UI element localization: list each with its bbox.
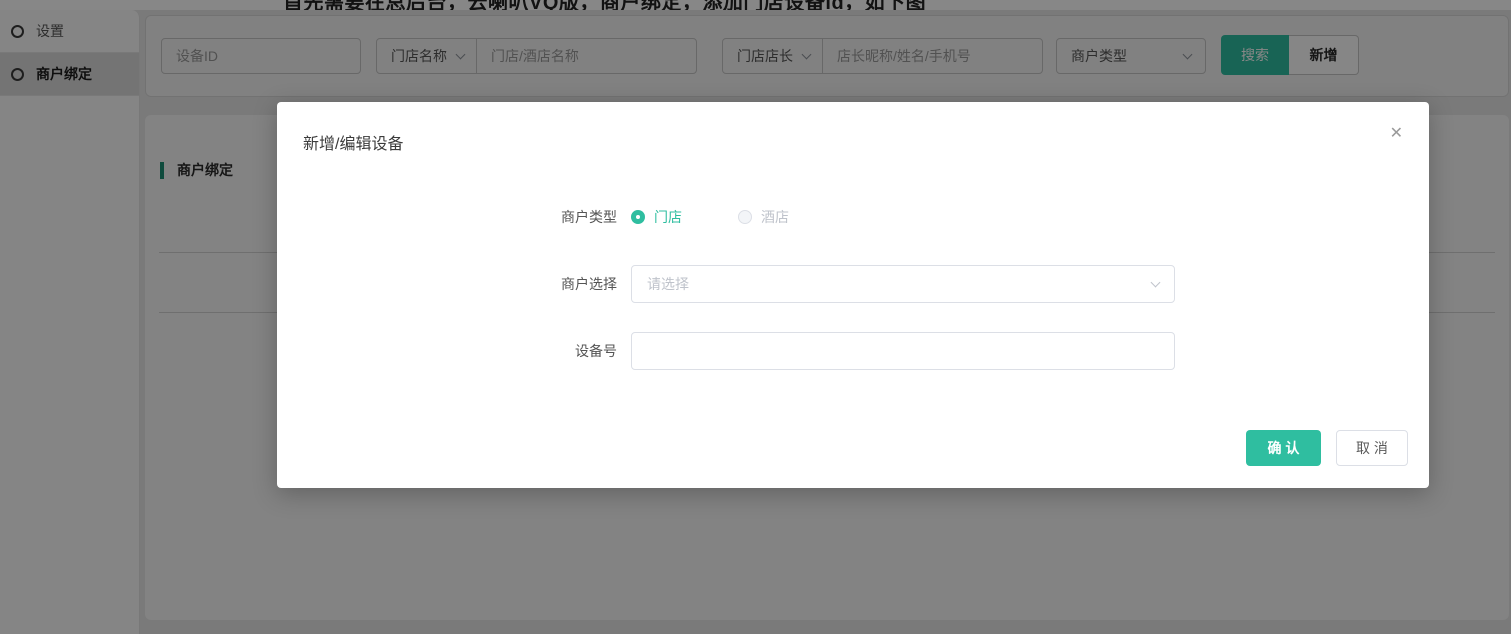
merchant-select-label: 商户选择 bbox=[561, 276, 617, 292]
confirm-button[interactable]: 确 认 bbox=[1246, 430, 1321, 466]
device-no-input[interactable] bbox=[631, 332, 1175, 370]
device-no-label: 设备号 bbox=[575, 343, 617, 359]
radio-unselected-icon bbox=[738, 210, 752, 224]
chevron-down-icon bbox=[1150, 277, 1161, 287]
modal-title: 新增/编辑设备 bbox=[303, 136, 404, 153]
radio-hotel[interactable]: 酒店 bbox=[738, 207, 789, 227]
radio-hotel-label: 酒店 bbox=[761, 209, 789, 225]
radio-selected-icon bbox=[631, 210, 645, 224]
merchant-type-row: 商户类型 门店 酒店 bbox=[277, 201, 1429, 233]
radio-store[interactable]: 门店 bbox=[631, 207, 682, 227]
cancel-button[interactable]: 取 消 bbox=[1336, 430, 1408, 466]
merchant-select-dropdown[interactable]: 请选择 bbox=[631, 265, 1175, 303]
close-icon[interactable]: ✕ bbox=[1386, 122, 1407, 146]
merchant-select-row: 商户选择 请选择 bbox=[277, 265, 1429, 303]
merchant-select-placeholder: 请选择 bbox=[647, 276, 689, 292]
add-edit-device-modal: 新增/编辑设备 ✕ 商户类型 门店 酒店 商户选择 请选择 设备号 确 认 取 … bbox=[277, 102, 1429, 488]
device-no-row: 设备号 bbox=[277, 332, 1429, 370]
merchant-type-label: 商户类型 bbox=[561, 209, 617, 225]
radio-store-label: 门店 bbox=[654, 209, 682, 225]
modal-footer: 确 认 取 消 bbox=[1246, 430, 1408, 466]
